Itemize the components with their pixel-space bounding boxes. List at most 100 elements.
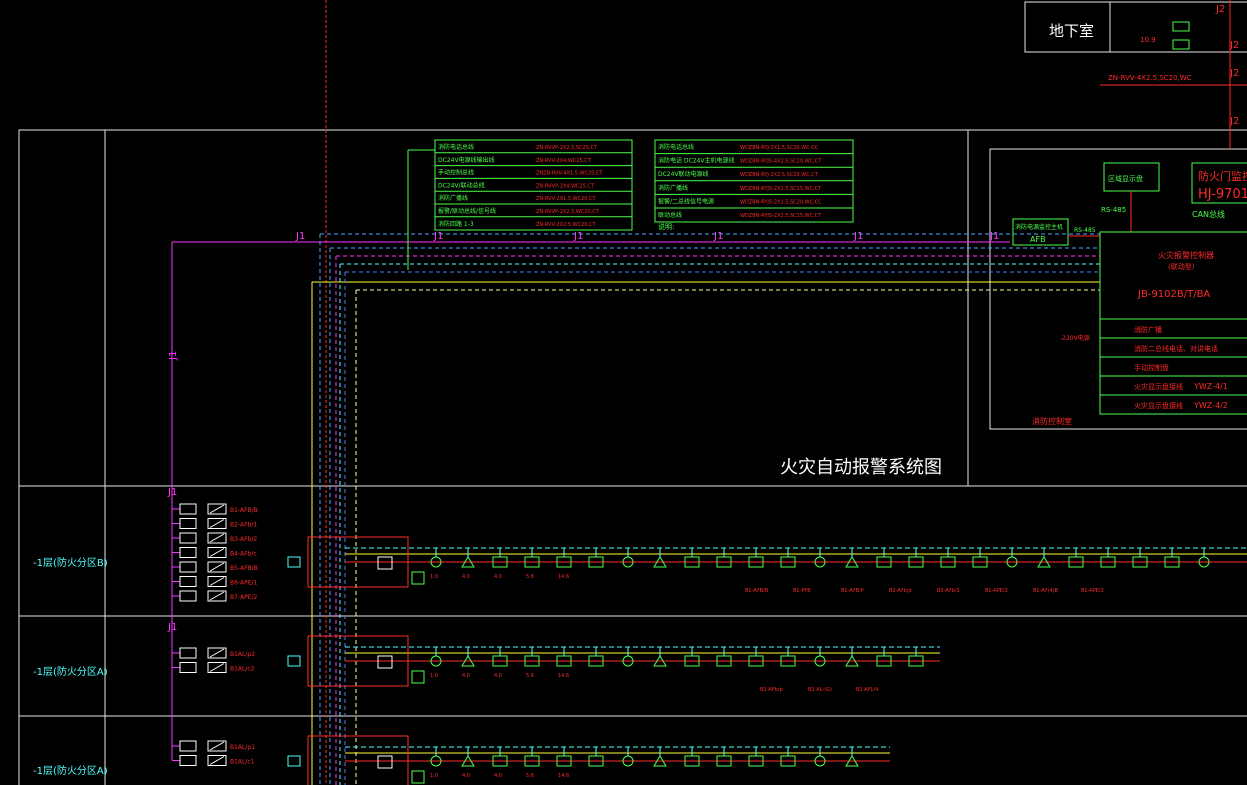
row-bottom-label: B1-AL-(G) [808, 687, 832, 693]
device-label: 14.6 [558, 673, 569, 679]
device-label: 5.6 [526, 673, 534, 679]
sub-module [179, 518, 197, 529]
legend-right-spec: WDZBN-RYJS-4X2.5,SC20,WC,CT [740, 159, 822, 165]
legend-right-spec: WDZBN-RYJ-2X1.5,SC20,WC,CC [740, 145, 819, 151]
sub-module [179, 561, 197, 573]
sub-module [179, 755, 197, 766]
sub-label: B1AL/p2 [230, 651, 255, 658]
device-row: 1.0 4.0 4.0 5.6 14.6 B1-AFB/B B1-PFB B1-AFB/P B2… [287, 536, 1247, 594]
device-label: 4.0 [494, 574, 502, 580]
sub-module [179, 740, 197, 752]
sub-label: B4-AFb/c [230, 551, 257, 558]
basement-device-1 [1172, 21, 1190, 32]
legend-right-table: 消防电话总线 WDZBN-RYJ-2X1.5,SC20,WC,CC 消防电话 DC2… [654, 139, 854, 231]
legend-right-name: 消防广播线 [658, 184, 688, 192]
sub-label: B3-AFb/2 [230, 536, 257, 543]
fireproof-title: 防火门监控器 [1198, 169, 1247, 183]
legend-left-spec: ZNZB-RVV-4X1.5,WC25,CT [536, 171, 603, 177]
device-label: 4.0 [462, 773, 470, 779]
fireproof-model: HJ-9701 [1198, 187, 1247, 202]
row-bottom-label: B2-AFb/p [889, 588, 912, 594]
svg-text:J1: J1 [167, 622, 177, 633]
device-label: 4.0 [494, 773, 502, 779]
row-entry-module [287, 755, 301, 767]
sub-switch-mark [209, 741, 225, 751]
legend-left-name: 消防广播线 [438, 194, 468, 202]
j2-label-2: J2 [1229, 40, 1239, 51]
legend-left-name: 手动控制总线 [438, 169, 474, 177]
sub-label: B6-APE/1 [230, 580, 258, 587]
legend-left-name: 消防回路 1-3 [438, 220, 474, 228]
svg-text:J1: J1 [433, 231, 443, 242]
panel-side-note: -220V电源 [1060, 334, 1090, 342]
device-label: 4.0 [462, 574, 470, 580]
svg-text:J1: J1 [295, 231, 305, 242]
legend-left-spec: ZN-RVV-2X2.5,WC20,CT [536, 222, 597, 228]
sub-label: B1AL/p1 [230, 744, 255, 751]
device-label: 1.0 [430, 574, 438, 580]
legend-right-name: 消防电话总线 [658, 143, 694, 151]
legend-right-name: 消防电话 DC24V主机电源线 [658, 157, 734, 165]
j1-labels: J1 J1 J1 J1 J1 J1 J1 J1 J1 [167, 231, 999, 633]
zone-label-1: -1层(防火分区B) [33, 556, 108, 569]
drawing-frame [18, 1, 1247, 785]
legend-left-name: 消防电话总线 [438, 143, 474, 151]
device-label: 4.0 [462, 673, 470, 679]
device-label: 1.0 [430, 673, 438, 679]
row-io-module [377, 556, 393, 570]
zone-label-2: -1层(防火分区A) [33, 665, 108, 678]
panel-row-name: 消防二总线电话、对讲电话 [1134, 344, 1218, 353]
row-bottom-label: B1-APE/2 [985, 588, 1008, 594]
row-phone [411, 571, 425, 585]
row-bottom-label: B1-AF(4)B [1033, 588, 1059, 594]
row-entry-module [287, 556, 301, 568]
sub-switch-mark [209, 533, 225, 543]
svg-text:J1: J1 [989, 231, 999, 242]
panel-title-2: (联动型) [1168, 262, 1195, 271]
sub-label: B7-APE/2 [230, 594, 258, 601]
legend-right-spec: WDZBN-RYJS-2X2.5,SC15,WC,CT [740, 213, 822, 219]
can-label: CAN总线 [1192, 209, 1225, 219]
svg-text:J1: J1 [168, 351, 179, 361]
sub-label: B5-AFB/B [230, 565, 258, 572]
afb-top: 消防电源监控主机 [1015, 223, 1063, 231]
rs485-label-2: RS-485 [1074, 227, 1096, 234]
aux-display-label: 区域显示盘 [1108, 174, 1143, 183]
room-label: 消防控制室 [1032, 416, 1072, 426]
sub-switch-mark [209, 577, 225, 586]
device-label: 4.0 [494, 673, 502, 679]
device-label: 5.6 [526, 574, 534, 580]
row-entry-module [287, 655, 301, 667]
row-io-module [377, 755, 393, 769]
sub-label: B2-AFb/1 [230, 522, 257, 529]
sub-module [179, 532, 197, 544]
sub-module [179, 547, 197, 558]
legend-left-spec: ZN-RVVP-2X2.5,SC25,CT [536, 145, 598, 151]
panel-row-name: 火灾显示盘接线 [1134, 401, 1183, 410]
afb-model: AFB [1030, 235, 1046, 244]
basement-note: 10.9 [1140, 36, 1156, 44]
row-phone [411, 670, 425, 684]
sub-module [179, 503, 197, 515]
drawing-title: 火灾自动报警系统图 [780, 457, 942, 478]
legend-left-name: 报警/联动总线/信号线 [438, 207, 496, 215]
j2-label-3: J2 [1229, 68, 1239, 79]
sub-module [179, 647, 197, 659]
zone-label-3: -1层(防火分区A) [33, 764, 108, 777]
sub-switch-mark [209, 591, 225, 601]
legend-right-spec: WDZBN-RYJ-2X2.5,SC20,WC,CT [740, 172, 819, 178]
sub-module [179, 590, 197, 602]
rs485-label-1: RS-485 [1101, 206, 1126, 214]
panel-title-1: 火灾报警控制器 [1158, 250, 1214, 260]
device-label: 1.0 [430, 773, 438, 779]
sub-switch-mark [209, 648, 225, 658]
j2-label-1: J2 [1215, 4, 1225, 15]
device-row: 1.0 4.0 4.0 5.6 14.6 B1-AFb/p B1-AL-(G) B1-AFL/… [287, 635, 940, 693]
legend-right-name: DC24V联动电源线 [658, 170, 709, 178]
row-bottom-label: B3-AFb/1 [937, 588, 960, 594]
legend-left-name: DC24V电源线输出线 [438, 156, 495, 164]
svg-text:J1: J1 [167, 487, 177, 498]
sub-label: B1AL/c1 [230, 759, 255, 766]
legend-left-spec: ZN-RVVP-2X2.5,WC20,CT [536, 209, 600, 215]
j1-bus [171, 241, 1010, 760]
